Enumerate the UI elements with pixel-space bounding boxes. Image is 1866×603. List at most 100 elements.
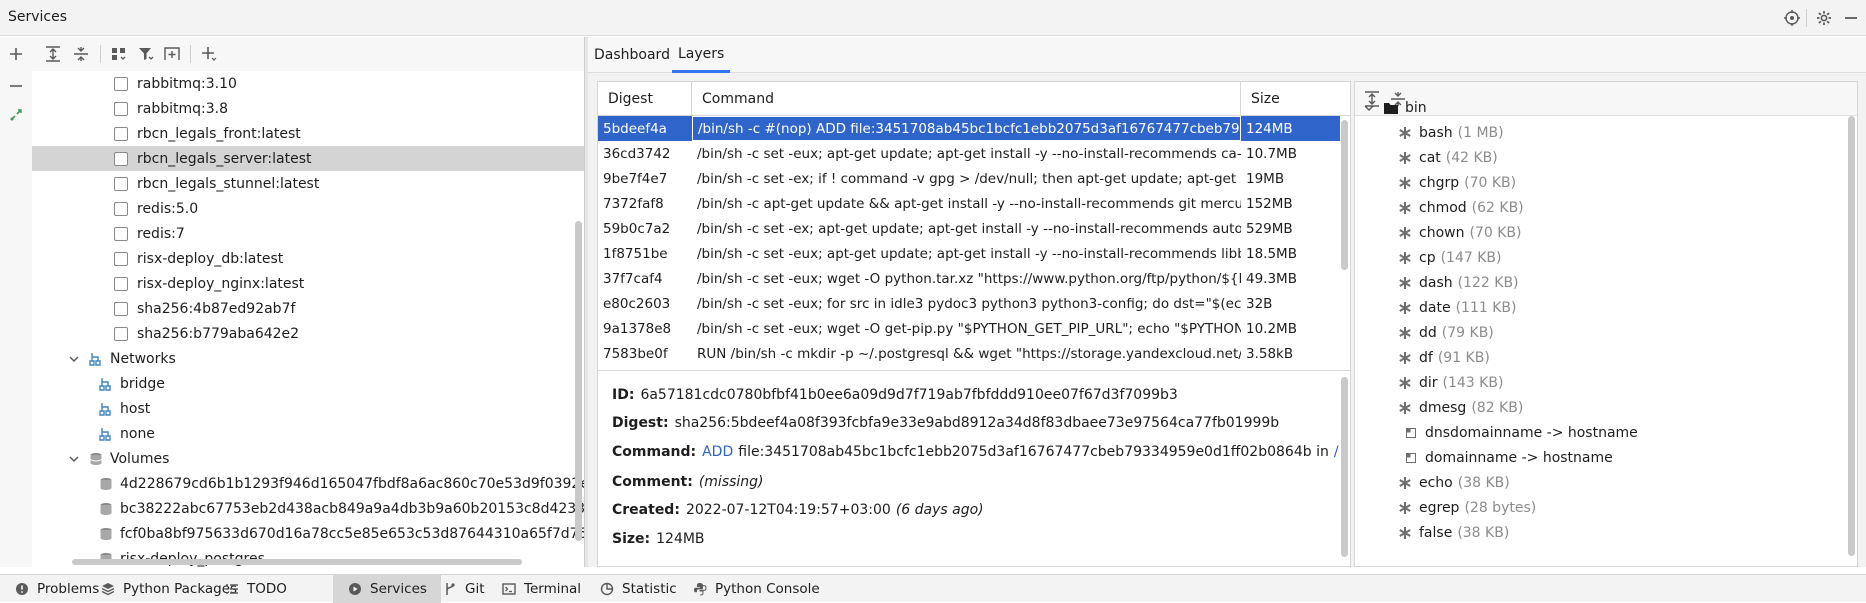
tree-image-item[interactable]: sha256:4b87ed92ab7f <box>32 296 584 321</box>
layer-details: ID: 6a57181cdc0780bfbf41b0ee6a09d9d7f719… <box>597 371 1351 567</box>
tree-volume-item[interactable]: fcf0ba8bf975633d670d16a78cc5e85e653c53d8… <box>32 521 584 546</box>
file-item[interactable]: date (111 KB) <box>1397 295 1516 320</box>
tree-network-item[interactable]: none <box>32 421 584 446</box>
toolwindow-problems[interactable]: Problems <box>8 575 105 603</box>
chevron-down-icon[interactable] <box>66 351 82 367</box>
tree-network-item[interactable]: host <box>32 396 584 421</box>
details-vertical-scrollbar[interactable] <box>1341 377 1348 557</box>
executable-icon <box>1397 150 1413 166</box>
toolwindow-statistic[interactable]: Statistic <box>593 575 683 603</box>
layer-row[interactable]: 9be7f4e7 /bin/sh -c set -ex; if ! comman… <box>598 166 1340 191</box>
expand-all-icon[interactable] <box>40 41 66 67</box>
file-item[interactable]: chown (70 KB) <box>1397 220 1521 245</box>
layer-row[interactable]: e80c2603 /bin/sh -c set -eux; for src in… <box>598 291 1340 316</box>
layer-row[interactable]: 9a1378e8 /bin/sh -c set -eux; wget -O ge… <box>598 316 1340 341</box>
tree-image-item[interactable]: rbcn_legals_stunnel:latest <box>32 171 584 196</box>
tree-image-item[interactable]: rabbitmq:3.8 <box>32 96 584 121</box>
files-root-folder[interactable]: bin <box>1361 95 1427 120</box>
file-item[interactable]: chmod (62 KB) <box>1397 195 1524 220</box>
volume-icon <box>98 526 114 542</box>
tree-image-item[interactable]: rabbitmq:3.10 <box>32 71 584 96</box>
column-command[interactable]: Command <box>692 82 1241 116</box>
toolbar-separator <box>100 45 101 63</box>
minimize-icon[interactable] <box>1840 7 1862 29</box>
tree-network-item[interactable]: bridge <box>32 371 584 396</box>
tree-image-item[interactable]: redis:7 <box>32 221 584 246</box>
file-item[interactable]: cat (42 KB) <box>1397 145 1498 170</box>
add-icon[interactable] <box>5 43 27 65</box>
collapse-all-icon[interactable] <box>68 41 94 67</box>
file-item[interactable]: cp (147 KB) <box>1397 245 1501 270</box>
file-item[interactable]: false (38 KB) <box>1397 520 1509 545</box>
file-item[interactable]: egrep (28 bytes) <box>1397 495 1536 520</box>
toolwindow-services[interactable]: Services <box>333 575 441 603</box>
layer-row[interactable]: 7372faf8 /bin/sh -c apt-get update && ap… <box>598 191 1340 216</box>
layer-command: /bin/sh -c set -eux; wget -O python.tar.… <box>697 270 1241 287</box>
column-size[interactable]: Size <box>1241 82 1340 116</box>
tree-networks-group[interactable]: Networks <box>32 346 584 371</box>
connect-icon[interactable] <box>5 104 27 126</box>
tab-dashboard[interactable]: Dashboard <box>588 37 676 73</box>
file-size: (91 KB) <box>1437 349 1490 366</box>
file-size: (82 KB) <box>1471 399 1524 416</box>
files-vertical-scrollbar[interactable] <box>1848 116 1855 556</box>
file-item[interactable]: dd (79 KB) <box>1397 320 1494 345</box>
group-by-icon[interactable] <box>106 41 132 67</box>
file-item[interactable]: df (91 KB) <box>1397 345 1490 370</box>
tree-vertical-scrollbar[interactable] <box>575 221 582 541</box>
layer-digest: 36cd3742 <box>603 145 671 162</box>
tab-layers[interactable]: Layers <box>672 37 731 73</box>
file-item[interactable]: dir (143 KB) <box>1397 370 1503 395</box>
remove-icon[interactable] <box>5 75 27 97</box>
file-item[interactable]: dash (122 KB) <box>1397 270 1519 295</box>
toolwindow-git[interactable]: Git <box>436 575 491 603</box>
tree-horizontal-scrollbar[interactable] <box>72 559 522 565</box>
volume-icon <box>88 451 104 467</box>
volume-icon <box>98 476 114 492</box>
tree-toolbar <box>32 37 584 71</box>
add-service-icon[interactable] <box>196 41 222 67</box>
executable-icon <box>1397 300 1413 316</box>
executable-icon <box>1397 175 1413 191</box>
filter-icon[interactable] <box>133 41 159 67</box>
layer-digest: 7372faf8 <box>603 195 664 212</box>
tree-volume-item[interactable]: bc38222abc67753eb2d438acb849a9a4db3b9a60… <box>32 496 584 521</box>
layer-row[interactable]: 36cd3742 /bin/sh -c set -eux; apt-get up… <box>598 141 1340 166</box>
tree-image-item[interactable]: sha256:b779aba642e2 <box>32 321 584 346</box>
tree-image-item[interactable]: risx-deploy_nginx:latest <box>32 271 584 296</box>
file-item[interactable]: echo (38 KB) <box>1397 470 1510 495</box>
files-toolbar <box>1355 82 1857 116</box>
layer-row[interactable]: 7583be0f RUN /bin/sh -c mkdir -p ~/.post… <box>598 341 1340 366</box>
chevron-down-icon[interactable] <box>1361 100 1377 116</box>
file-size: (79 KB) <box>1441 324 1494 341</box>
file-item[interactable]: dnsdomainname -> hostname <box>1403 420 1638 445</box>
file-item[interactable]: domainname -> hostname <box>1403 445 1613 470</box>
layer-row-selected[interactable]: 5bdeef4a /bin/sh -c #(nop) ADD file:3451… <box>598 116 1340 141</box>
layer-digest: 9a1378e8 <box>603 320 672 337</box>
layer-row[interactable]: 1f8751be /bin/sh -c set -eux; apt-get up… <box>598 241 1340 266</box>
tree-image-item[interactable]: rbcn_legals_front:latest <box>32 121 584 146</box>
file-item[interactable]: bash (1 MB) <box>1397 120 1504 145</box>
image-icon <box>114 301 128 316</box>
tree-image-item-selected[interactable]: rbcn_legals_server:latest <box>32 146 584 171</box>
gear-icon[interactable] <box>1813 7 1835 29</box>
layer-row[interactable]: 37f7caf4 /bin/sh -c set -eux; wget -O py… <box>598 266 1340 291</box>
chevron-down-icon[interactable] <box>66 451 82 467</box>
tree-volumes-group[interactable]: Volumes <box>32 446 584 471</box>
toolwindow-terminal[interactable]: Terminal <box>495 575 587 603</box>
file-item[interactable]: dmesg (82 KB) <box>1397 395 1523 420</box>
problems-icon <box>14 581 30 597</box>
toolwindow-python-console[interactable]: Python Console <box>686 575 826 603</box>
tree-image-item[interactable]: redis:5.0 <box>32 196 584 221</box>
layer-row[interactable]: 59b0c7a2 /bin/sh -c set -ex; apt-get upd… <box>598 216 1340 241</box>
tree-image-item[interactable]: risx-deploy_db:latest <box>32 246 584 271</box>
file-item[interactable]: chgrp (70 KB) <box>1397 170 1516 195</box>
file-name: dnsdomainname -> hostname <box>1425 424 1638 441</box>
tree-volume-item[interactable]: 4d228679cd6b1b1293f946d165047fbdf8a6ac86… <box>32 471 584 496</box>
target-icon[interactable] <box>1781 7 1803 29</box>
toolwindow-todo[interactable]: TODO <box>218 575 293 603</box>
tool-window-bar: Problems Python Packages TODO Services G… <box>0 574 1866 603</box>
column-digest[interactable]: Digest <box>598 82 692 116</box>
new-tab-icon[interactable] <box>159 41 185 67</box>
layers-vertical-scrollbar[interactable] <box>1341 120 1348 270</box>
